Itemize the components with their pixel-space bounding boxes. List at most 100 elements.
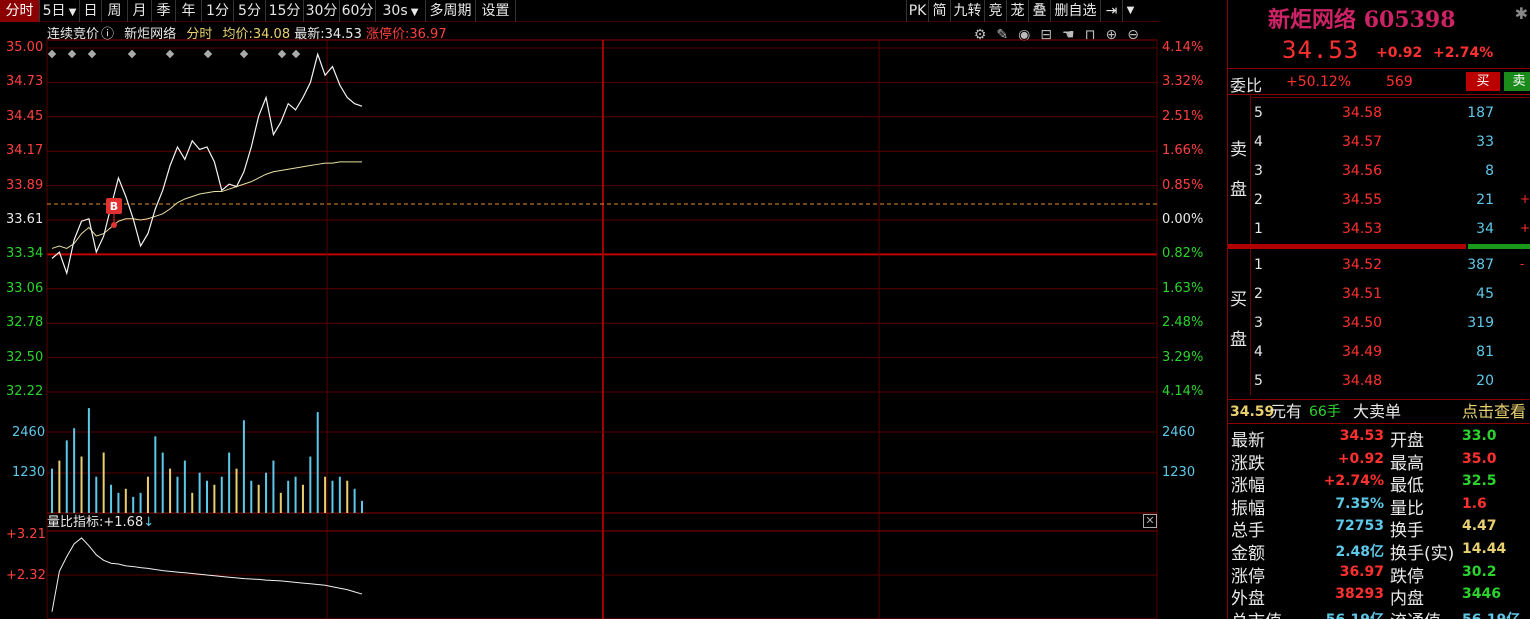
tab-multi-period[interactable]: 多周期 bbox=[426, 0, 476, 22]
buy-marker-label: B bbox=[110, 200, 118, 213]
price-change: +0.92 bbox=[1376, 45, 1423, 61]
stat-value: 30.2 bbox=[1462, 563, 1497, 580]
buy-level-row[interactable]: 5 34.48 20 bbox=[1252, 367, 1530, 396]
simple-button[interactable]: 简 bbox=[928, 0, 950, 22]
current-price: 34.53 bbox=[1282, 36, 1360, 64]
indicator-label: 量比指标: bbox=[47, 515, 104, 530]
big-order-text: 元有 bbox=[1270, 402, 1303, 421]
stat-row: 涨幅 +2.74% 最低 32.5 bbox=[1228, 471, 1530, 497]
tab-year[interactable]: 年 bbox=[176, 0, 202, 22]
stat-row: 涨停 36.97 跌停 30.2 bbox=[1228, 562, 1530, 587]
level-price: 34.56 bbox=[1342, 163, 1383, 179]
stat-label: 外盘 bbox=[1231, 589, 1265, 610]
nine-turn-button[interactable]: 九转 bbox=[950, 0, 984, 22]
indicator-bar: 量比指标:+1.68↓ bbox=[47, 514, 1157, 531]
pct-axis-label: 3.29% bbox=[1162, 349, 1204, 365]
stat-value: +0.92 bbox=[1337, 450, 1384, 467]
stat-label: 最高 bbox=[1390, 453, 1424, 474]
tab-settings[interactable]: 设置 bbox=[476, 0, 516, 22]
stat-value: 35.0 bbox=[1462, 450, 1497, 467]
avg-price-line bbox=[51, 161, 362, 250]
close-icon[interactable]: ✕ bbox=[1143, 514, 1157, 528]
sell-level-row[interactable]: 5 34.58 187 bbox=[1252, 99, 1530, 128]
view-big-order-link[interactable]: 点击查看 bbox=[1462, 400, 1526, 423]
weibi-row: 委比 +50.12% 569 买 卖 bbox=[1228, 68, 1530, 95]
chevron-down-icon[interactable]: ▼ bbox=[408, 7, 419, 18]
buy-level-row[interactable]: 1 34.52 387 - bbox=[1252, 251, 1530, 280]
tab-1min[interactable]: 1分 bbox=[202, 0, 234, 22]
buy-level-row[interactable]: 2 34.51 45 bbox=[1252, 280, 1530, 309]
tab-60min[interactable]: 60分 bbox=[340, 0, 376, 22]
level-number: 2 bbox=[1254, 286, 1263, 302]
stat-row: 外盘 38293 内盘 3446 bbox=[1228, 584, 1530, 610]
volume-axis-label: 1230 bbox=[1162, 465, 1196, 480]
down-arrow-icon: ↓ bbox=[143, 515, 155, 530]
tab-day[interactable]: 日 bbox=[80, 0, 102, 22]
pct-axis-label: 2.51% bbox=[1162, 108, 1204, 124]
gear-icon[interactable]: ✱ bbox=[1515, 4, 1528, 23]
sell-level-row[interactable]: 1 34.53 34 + bbox=[1252, 215, 1530, 244]
chevron-down-icon[interactable]: ▼ bbox=[66, 7, 77, 18]
level-change: - bbox=[1520, 257, 1525, 271]
price-axis-label: 32.78 bbox=[6, 315, 44, 331]
jiao-button[interactable]: 茏 bbox=[1006, 0, 1028, 22]
overlay-button[interactable]: 叠 bbox=[1028, 0, 1050, 22]
price-line bbox=[51, 52, 363, 276]
quote-panel: 新炬网络 605398 ✱ 34.53 +0.92 +2.74% 委比 +50.… bbox=[1227, 0, 1530, 619]
sell-level-row[interactable]: 3 34.56 8 bbox=[1252, 157, 1530, 186]
stat-value: 7.35% bbox=[1335, 495, 1384, 512]
stat-label: 流通值 bbox=[1390, 607, 1441, 619]
weibi-label: 委比 bbox=[1230, 76, 1263, 95]
tab-month[interactable]: 月 bbox=[128, 0, 152, 22]
price-axis-label: 32.50 bbox=[6, 349, 44, 365]
tab-30s[interactable]: 30s ▼ bbox=[376, 0, 426, 22]
stock-name: 新炬网络 bbox=[1268, 7, 1357, 33]
event-marker bbox=[165, 49, 175, 59]
stat-row: 总市值56.19亿流通值56.19亿 bbox=[1228, 607, 1530, 619]
level-price: 34.50 bbox=[1342, 315, 1383, 331]
buy-level-row[interactable]: 4 34.49 81 bbox=[1252, 338, 1530, 367]
stat-value: 14.44 bbox=[1462, 541, 1507, 557]
pct-axis-label: 4.14% bbox=[1162, 40, 1204, 55]
level-volume: 81 bbox=[1476, 344, 1494, 360]
tab-5day[interactable]: 5日 ▼ bbox=[40, 0, 80, 22]
stat-label: 跌停 bbox=[1390, 566, 1424, 587]
indicator-axis-label: +2.32 bbox=[6, 568, 46, 583]
big-order-alert[interactable]: 34.59 元有 66手 大卖单 点击查看 bbox=[1228, 399, 1530, 424]
weibi-num: 569 bbox=[1386, 74, 1413, 90]
pct-axis-label: 0.85% bbox=[1162, 177, 1204, 193]
level-number: 1 bbox=[1254, 221, 1263, 237]
tab-30min[interactable]: 30分 bbox=[304, 0, 340, 22]
stat-value: 34.53 bbox=[1339, 428, 1384, 444]
buy-marker-dot bbox=[111, 222, 117, 228]
tab-week[interactable]: 周 bbox=[102, 0, 128, 22]
tab-15min[interactable]: 15分 bbox=[266, 0, 304, 22]
event-marker bbox=[47, 49, 57, 59]
tab-intraday[interactable]: 分时 bbox=[0, 0, 40, 22]
pct-axis-label: 2.48% bbox=[1162, 315, 1204, 331]
level-number: 2 bbox=[1254, 192, 1263, 208]
buy-button[interactable]: 买 bbox=[1466, 72, 1500, 91]
indicator-axis-label: +3.21 bbox=[6, 527, 46, 542]
price-axis-label: 35.00 bbox=[6, 40, 44, 55]
tab-5min[interactable]: 5分 bbox=[234, 0, 266, 22]
remove-watchlist-button[interactable]: 删自选 bbox=[1050, 0, 1100, 22]
pct-axis-label: 1.63% bbox=[1162, 280, 1204, 296]
big-order-price: 34.59 bbox=[1230, 404, 1275, 420]
sell-level-row[interactable]: 4 34.57 33 bbox=[1252, 128, 1530, 157]
stat-value: 32.5 bbox=[1462, 473, 1497, 490]
pin-panel-icon[interactable]: ⇥ bbox=[1100, 0, 1122, 22]
pk-button[interactable]: PK bbox=[906, 0, 928, 22]
sell-button[interactable]: 卖 bbox=[1504, 72, 1530, 91]
stat-label: 总市值 bbox=[1231, 607, 1282, 619]
sell-level-row[interactable]: 2 34.55 21 + bbox=[1252, 186, 1530, 215]
stat-value: 4.47 bbox=[1462, 518, 1497, 535]
buy-level-row[interactable]: 3 34.50 319 bbox=[1252, 309, 1530, 338]
chevron-down-icon[interactable]: ▼ bbox=[1122, 0, 1138, 22]
auction-button[interactable]: 竞 bbox=[984, 0, 1006, 22]
stat-label: 最低 bbox=[1390, 476, 1424, 497]
tab-quarter[interactable]: 季 bbox=[152, 0, 176, 22]
level-volume: 8 bbox=[1485, 163, 1494, 179]
stat-label: 涨停 bbox=[1231, 566, 1265, 587]
pct-axis-label: 0.00% bbox=[1162, 212, 1204, 227]
